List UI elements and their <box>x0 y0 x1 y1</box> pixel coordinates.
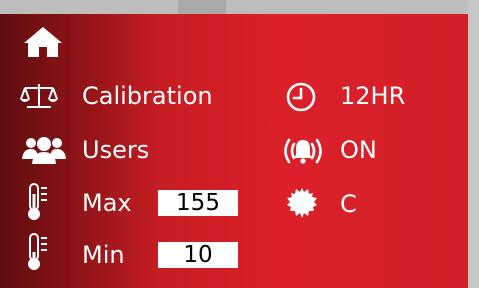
alarm-bell-icon <box>281 135 325 167</box>
scale-icon <box>19 81 59 111</box>
min-value-field[interactable]: 10 <box>158 242 238 268</box>
temperature-unit-label[interactable]: C <box>340 192 357 216</box>
right-edge <box>468 0 479 288</box>
thermometer-icon <box>25 232 51 272</box>
users-label[interactable]: Users <box>82 138 149 162</box>
clock-icon <box>285 81 317 113</box>
clock-format-label[interactable]: 12HR <box>340 84 405 108</box>
gear-icon <box>286 187 318 219</box>
alarm-status-label[interactable]: ON <box>340 138 377 162</box>
settings-panel: Calibration Users Max 155 Min 10 12HR ON… <box>0 14 468 288</box>
max-value-field[interactable]: 155 <box>158 190 238 216</box>
thermometer-icon <box>25 182 51 222</box>
home-icon[interactable] <box>21 24 65 58</box>
users-icon <box>21 135 67 165</box>
top-bar-tab <box>178 0 226 14</box>
top-bar <box>0 0 479 14</box>
min-label: Min <box>82 241 125 269</box>
calibration-label[interactable]: Calibration <box>82 84 213 108</box>
max-label: Max <box>82 189 132 217</box>
